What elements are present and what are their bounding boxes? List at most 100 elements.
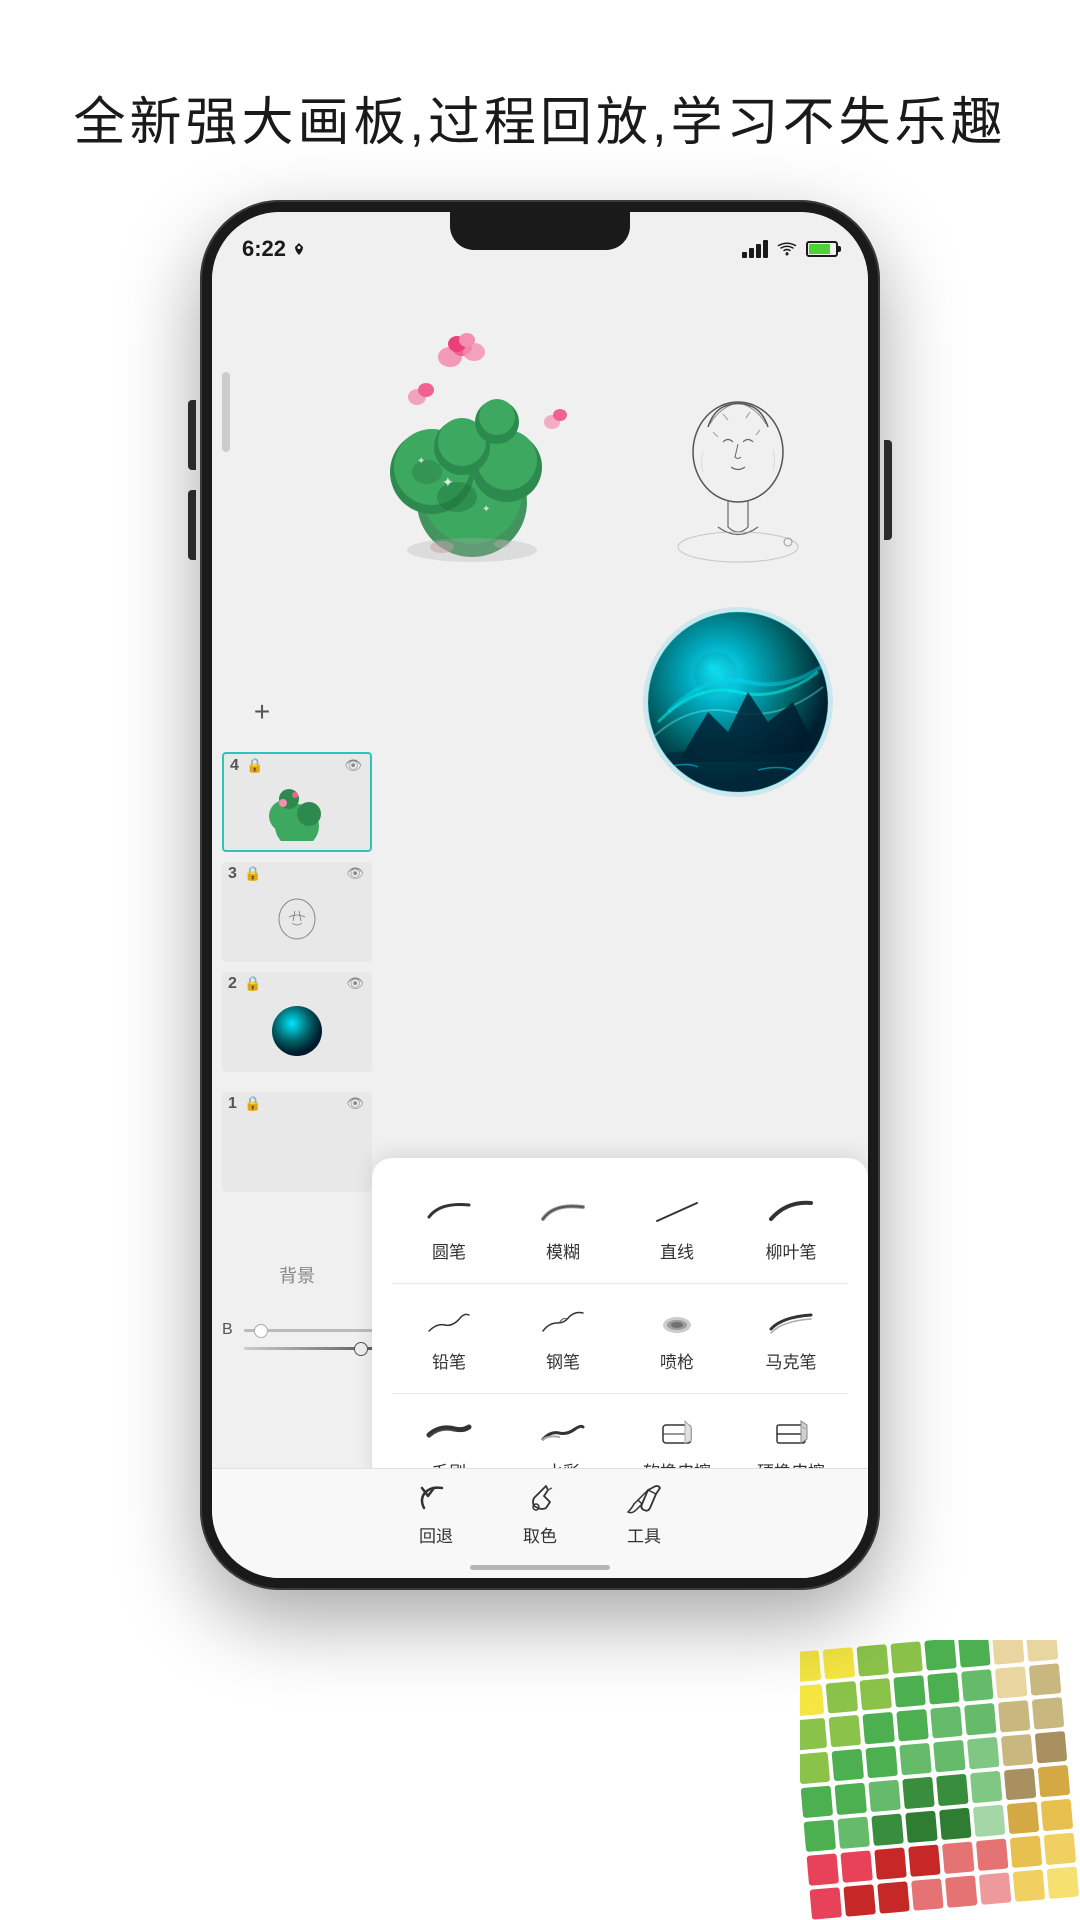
pencil-brush-icon bbox=[425, 1304, 473, 1340]
pixel-cell bbox=[979, 1872, 1012, 1905]
brush-item-line[interactable]: 直线 bbox=[620, 1178, 734, 1279]
soft-eraser-icon bbox=[653, 1414, 701, 1450]
pixel-cell bbox=[964, 1703, 997, 1736]
pixel-cell bbox=[967, 1737, 1000, 1770]
pixel-cell bbox=[995, 1666, 1028, 1699]
pixel-cell bbox=[1001, 1734, 1034, 1767]
toolbar-undo[interactable]: 回退 bbox=[414, 1480, 458, 1547]
brush-label-spray: 喷枪 bbox=[660, 1348, 694, 1373]
layer-item-3[interactable]: 3 🔒 👁 bbox=[222, 862, 372, 962]
pixel-cell bbox=[936, 1774, 969, 1807]
pixel-cell bbox=[908, 1844, 941, 1877]
brush-label-blur: 模糊 bbox=[546, 1238, 580, 1263]
cactus-artwork: ✦ ✦ ✦ bbox=[342, 302, 602, 572]
brush-item-pencil[interactable]: 铅笔 bbox=[392, 1288, 506, 1389]
brush-item-round[interactable]: 圆笔 bbox=[392, 1178, 506, 1279]
brush-size-track[interactable] bbox=[244, 1329, 382, 1332]
statue-artwork bbox=[648, 372, 828, 582]
svg-text:✦: ✦ bbox=[417, 456, 425, 467]
pixel-cell bbox=[1026, 1640, 1059, 1662]
pixel-cell bbox=[800, 1718, 827, 1751]
pixel-cell bbox=[826, 1681, 859, 1714]
pixel-cell bbox=[958, 1640, 991, 1668]
brush-label-pencil: 铅笔 bbox=[432, 1348, 466, 1373]
pixel-cell bbox=[1044, 1833, 1077, 1866]
toolbar-tool[interactable]: 工具 bbox=[622, 1480, 666, 1547]
pixel-cell bbox=[1010, 1836, 1043, 1869]
watercolor-brush-icon bbox=[539, 1414, 587, 1450]
pixel-cell bbox=[998, 1700, 1031, 1733]
toolbar-eyedrop[interactable]: 取色 bbox=[518, 1480, 562, 1547]
hard-eraser-icon bbox=[767, 1414, 815, 1450]
pixel-cell bbox=[857, 1644, 890, 1677]
brush-size-label: B bbox=[222, 1321, 240, 1339]
pixel-cell bbox=[1004, 1768, 1037, 1801]
pixel-cell bbox=[877, 1881, 910, 1914]
toolbar-undo-label: 回退 bbox=[419, 1522, 453, 1547]
power-button bbox=[884, 440, 892, 540]
layer-item-1[interactable]: 1 🔒 👁 bbox=[222, 1092, 372, 1192]
scroll-bar[interactable] bbox=[222, 372, 230, 452]
tool-icon bbox=[622, 1480, 666, 1516]
notch bbox=[450, 212, 630, 250]
brush-item-pen[interactable]: 钢笔 bbox=[506, 1288, 620, 1389]
brush-grid-2: 铅笔 钢笔 bbox=[392, 1288, 848, 1389]
brush-label-round: 圆笔 bbox=[432, 1238, 466, 1263]
brush-item-spray[interactable]: 喷枪 bbox=[620, 1288, 734, 1389]
layer-item-4[interactable]: 4 🔒 👁 bbox=[222, 752, 372, 852]
page-title: 全新强大画板,过程回放,学习不失乐趣 bbox=[0, 0, 1080, 155]
layer-item-2[interactable]: 2 🔒 👁 bbox=[222, 972, 372, 1072]
opacity-track[interactable] bbox=[244, 1347, 382, 1350]
marker-brush-icon bbox=[767, 1304, 815, 1340]
pixel-cell bbox=[801, 1786, 834, 1819]
brush-item-willow[interactable]: 柳叶笔 bbox=[734, 1178, 848, 1279]
brush-sliders: B bbox=[222, 1321, 382, 1358]
pixel-cell bbox=[893, 1675, 926, 1708]
brush-label-marker: 马克笔 bbox=[766, 1348, 817, 1373]
brush-item-blur[interactable]: 模糊 bbox=[506, 1178, 620, 1279]
blur-brush-icon bbox=[539, 1194, 587, 1230]
pixel-cell bbox=[862, 1712, 895, 1745]
pixel-cell bbox=[1047, 1866, 1080, 1899]
background-label: 背景 bbox=[222, 1262, 372, 1288]
pixel-cell bbox=[896, 1709, 929, 1742]
home-indicator bbox=[470, 1565, 610, 1570]
pixel-cell bbox=[800, 1650, 821, 1683]
toolbar-tool-label: 工具 bbox=[627, 1522, 661, 1547]
pixel-cell bbox=[911, 1878, 944, 1911]
wifi-icon bbox=[776, 241, 798, 257]
brush-item-marker[interactable]: 马克笔 bbox=[734, 1288, 848, 1389]
undo-icon bbox=[414, 1480, 458, 1516]
pixel-cell bbox=[1041, 1799, 1074, 1832]
pixel-cell bbox=[810, 1887, 843, 1920]
pixel-cell bbox=[837, 1816, 870, 1849]
brush-grid: 圆笔 模糊 bbox=[392, 1178, 848, 1279]
pixel-cell bbox=[961, 1669, 994, 1702]
add-layer-button[interactable]: + bbox=[242, 692, 282, 732]
pixel-cell bbox=[927, 1672, 960, 1705]
pixel-cell bbox=[874, 1847, 907, 1880]
brush-label-line: 直线 bbox=[660, 1238, 694, 1263]
volume-up-button bbox=[188, 400, 196, 470]
pixel-cell bbox=[939, 1808, 972, 1841]
status-right-icons bbox=[742, 240, 838, 258]
pixel-cell bbox=[829, 1715, 862, 1748]
willow-brush-icon bbox=[767, 1194, 815, 1230]
location-icon bbox=[292, 242, 306, 256]
pixel-cell bbox=[804, 1819, 837, 1852]
brush-label-pen: 钢笔 bbox=[546, 1348, 580, 1373]
pixel-cell bbox=[924, 1640, 957, 1671]
pixel-cell bbox=[902, 1777, 935, 1810]
volume-down-button bbox=[188, 490, 196, 560]
globe-artwork bbox=[638, 602, 838, 802]
battery-icon bbox=[806, 241, 838, 257]
pixel-cell bbox=[1013, 1869, 1046, 1902]
pixel-cell bbox=[930, 1706, 963, 1739]
pixel-cell bbox=[973, 1805, 1006, 1838]
phone-frame-container: 6:22 bbox=[200, 200, 880, 1600]
pixel-cell bbox=[1032, 1697, 1065, 1730]
pixel-cell bbox=[834, 1783, 867, 1816]
corner-decoration bbox=[800, 1640, 1080, 1920]
maobi-brush-icon bbox=[425, 1414, 473, 1450]
pixel-cell bbox=[1007, 1802, 1040, 1835]
